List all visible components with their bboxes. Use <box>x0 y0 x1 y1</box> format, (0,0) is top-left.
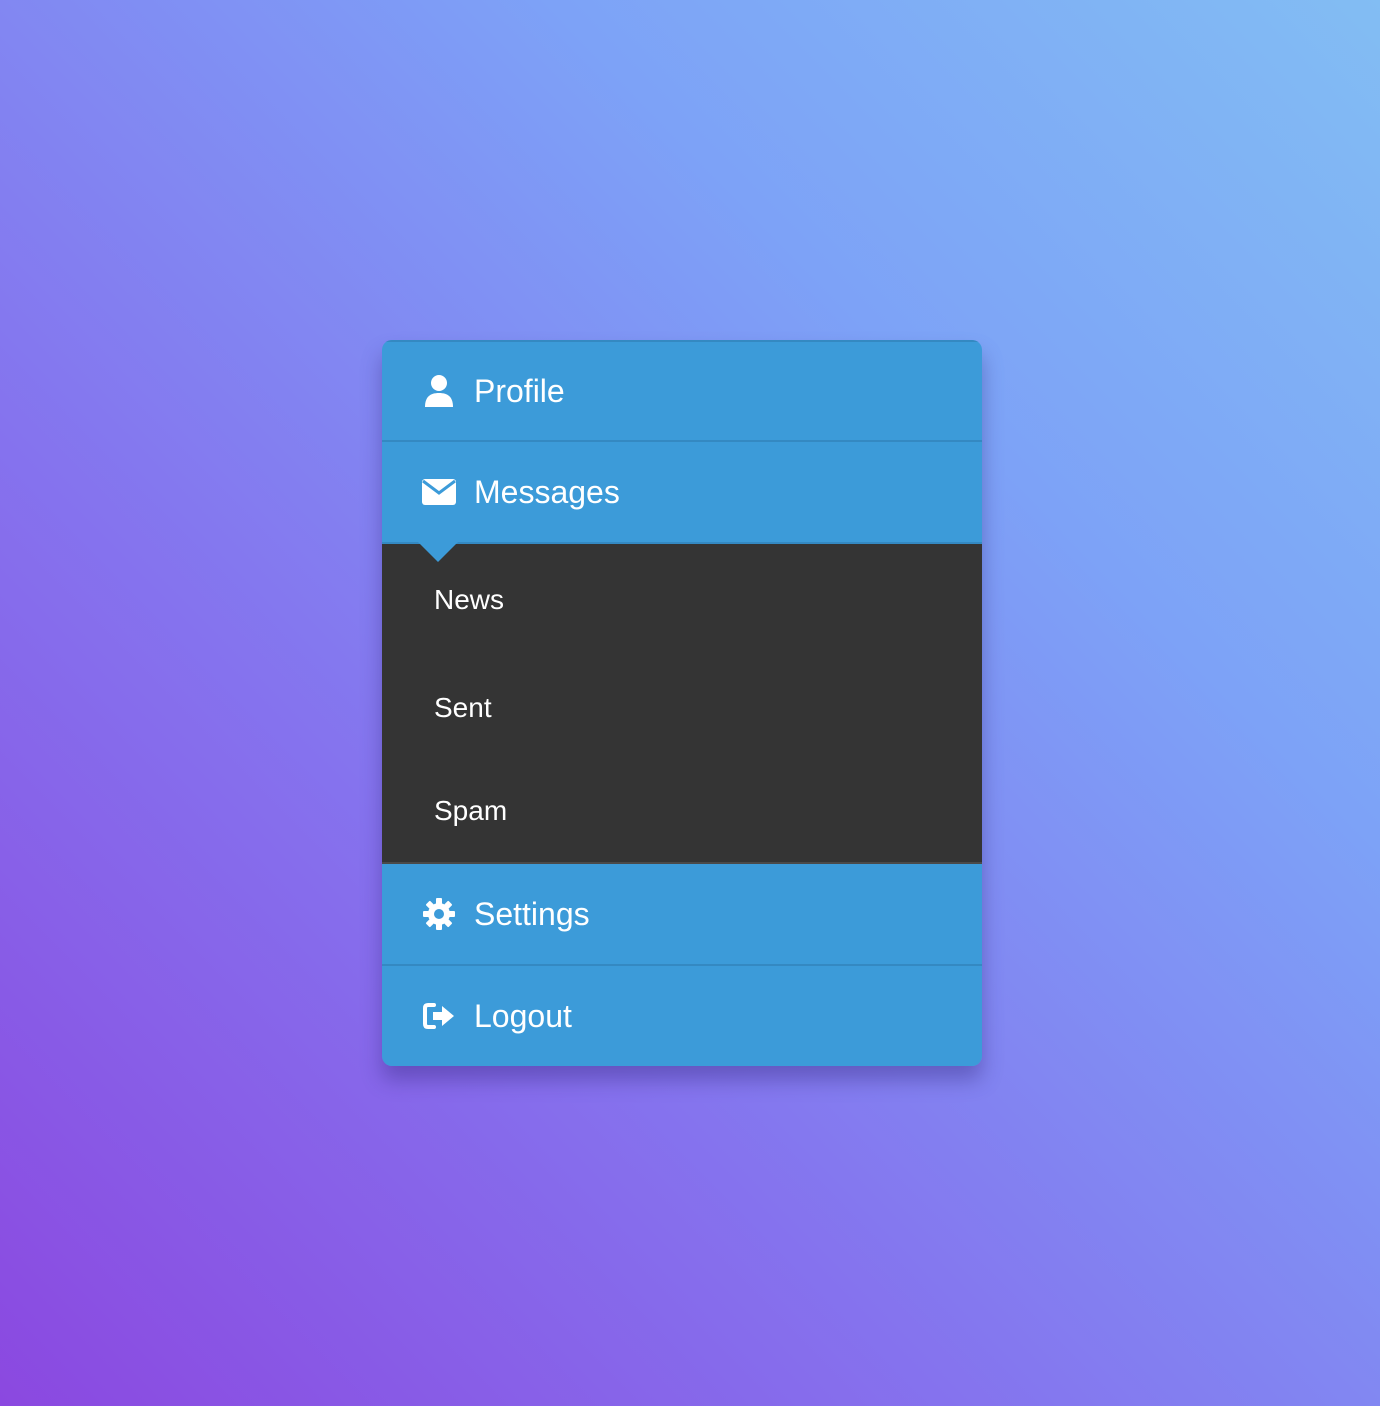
envelope-icon <box>422 475 456 509</box>
messages-submenu: News Sent Spam <box>382 544 982 864</box>
menu-item-messages[interactable]: Messages <box>382 442 982 562</box>
menu-item-label: Settings <box>474 896 590 932</box>
submenu-item-label: Sent <box>434 692 492 723</box>
sign-out-icon <box>422 999 456 1033</box>
user-icon <box>422 374 456 408</box>
menu-item-label: Logout <box>474 998 572 1034</box>
submenu-item-label: News <box>434 584 505 615</box>
submenu-item-news[interactable]: News <box>382 544 982 656</box>
menu-item-label: Profile <box>474 373 565 409</box>
submenu-item-sent[interactable]: Sent <box>382 656 982 760</box>
menu-item-logout[interactable]: Logout <box>382 966 982 1066</box>
submenu-item-spam[interactable]: Spam <box>382 760 982 862</box>
accordion-menu: Profile Messages News Sent Spam Settings… <box>382 340 982 1066</box>
submenu-item-label: Spam <box>434 795 508 826</box>
accordion-menu-body: Profile Messages News Sent Spam Settings… <box>382 340 982 1066</box>
menu-item-profile[interactable]: Profile <box>382 340 982 442</box>
menu-item-settings[interactable]: Settings <box>382 864 982 966</box>
gear-icon <box>422 897 456 931</box>
menu-item-label: Messages <box>474 474 620 510</box>
